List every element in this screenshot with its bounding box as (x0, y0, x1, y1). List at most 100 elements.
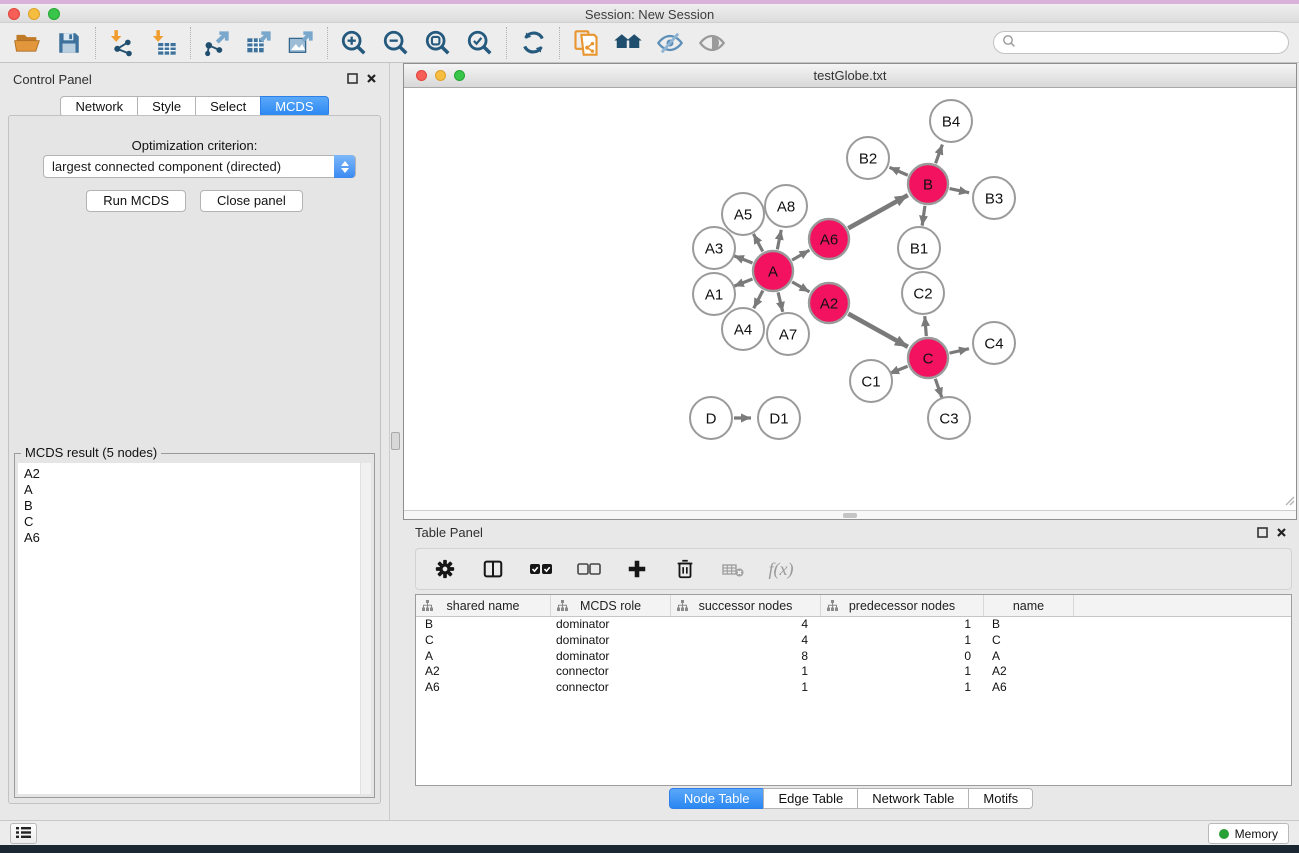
export-image-icon[interactable] (280, 26, 322, 60)
table-row[interactable]: Adominator80A (416, 649, 1291, 665)
panel-splitter-handle[interactable] (391, 432, 400, 450)
show-hide-eye-icon[interactable] (691, 26, 733, 60)
mcds-result-item[interactable]: A6 (24, 530, 360, 546)
refresh-view-icon[interactable] (512, 26, 554, 60)
edge-A6-B[interactable] (848, 195, 908, 228)
node-A5[interactable]: A5 (722, 193, 764, 235)
edge-B-B4[interactable] (936, 145, 943, 164)
node-B3[interactable]: B3 (973, 177, 1015, 219)
zoom-in-icon[interactable] (333, 26, 375, 60)
edge-B-B2[interactable] (889, 167, 907, 175)
mcds-result-item[interactable]: A2 (24, 466, 360, 482)
node-C1[interactable]: C1 (850, 360, 892, 402)
column-header-predecessor-nodes[interactable]: predecessor nodes (821, 595, 984, 616)
network-window-titlebar[interactable]: testGlobe.txt (404, 64, 1296, 88)
edge-C-C4[interactable] (949, 349, 969, 353)
node-B2[interactable]: B2 (847, 137, 889, 179)
select-all-checkboxes-icon[interactable] (528, 556, 554, 582)
settings-gear-icon[interactable] (432, 556, 458, 582)
node-A2[interactable]: A2 (809, 283, 849, 323)
tab-select[interactable]: Select (195, 96, 261, 117)
node-A4[interactable]: A4 (722, 308, 764, 350)
search-input[interactable] (993, 31, 1289, 54)
node-A8[interactable]: A8 (765, 185, 807, 227)
export-table-icon[interactable] (238, 26, 280, 60)
close-panel-button[interactable]: Close panel (200, 190, 303, 212)
node-A[interactable]: A (753, 251, 793, 291)
open-session-icon[interactable] (6, 26, 48, 60)
tab-motifs[interactable]: Motifs (968, 788, 1033, 809)
resize-grip-icon[interactable] (1283, 494, 1295, 509)
delete-table-icon[interactable] (720, 556, 746, 582)
node-A3[interactable]: A3 (693, 227, 735, 269)
mcds-result-list[interactable]: A2ABCA6 (18, 463, 371, 794)
node-C4[interactable]: C4 (973, 322, 1015, 364)
tab-edge-table[interactable]: Edge Table (763, 788, 858, 809)
edge-B-B3[interactable] (950, 189, 970, 193)
node-D[interactable]: D (690, 397, 732, 439)
close-table-panel-icon[interactable] (1276, 526, 1287, 541)
node-C[interactable]: C (908, 338, 948, 378)
mcds-result-item[interactable]: C (24, 514, 360, 530)
column-header-shared-name[interactable]: shared name (416, 595, 551, 616)
node-A1[interactable]: A1 (693, 273, 735, 315)
network-canvas[interactable]: A5A8A3AA1A4A7A6A2B2B4BB3B1C2C4CC1C3DD1 (404, 88, 1296, 510)
table-row[interactable]: Bdominator41B (416, 617, 1291, 633)
edge-C-C2[interactable] (925, 316, 927, 336)
float-panel-icon[interactable] (347, 72, 358, 87)
task-history-button[interactable] (10, 823, 37, 844)
mcds-result-item[interactable]: B (24, 498, 360, 514)
tab-style[interactable]: Style (137, 96, 196, 117)
tab-node-table[interactable]: Node Table (669, 788, 765, 809)
clone-network-icon[interactable] (565, 26, 607, 60)
edge-A-A7[interactable] (778, 292, 783, 311)
table-row[interactable]: Cdominator41C (416, 633, 1291, 649)
node-A7[interactable]: A7 (767, 313, 809, 355)
node-table[interactable]: shared nameMCDS rolesuccessor nodesprede… (415, 594, 1292, 786)
node-D1[interactable]: D1 (758, 397, 800, 439)
edge-C-C3[interactable] (935, 379, 942, 398)
delete-column-icon[interactable] (672, 556, 698, 582)
table-row[interactable]: A6connector11A6 (416, 680, 1291, 696)
add-column-icon[interactable] (624, 556, 650, 582)
mcds-result-item[interactable]: A (24, 482, 360, 498)
run-mcds-button[interactable]: Run MCDS (86, 190, 186, 212)
column-header-mcds-role[interactable]: MCDS role (551, 595, 671, 616)
export-network-icon[interactable] (196, 26, 238, 60)
node-B4[interactable]: B4 (930, 100, 972, 142)
toggle-graphics-details-icon[interactable] (649, 26, 691, 60)
float-table-panel-icon[interactable] (1257, 526, 1268, 541)
node-C3[interactable]: C3 (928, 397, 970, 439)
home-layout-icon[interactable] (607, 26, 649, 60)
edge-B-B1[interactable] (922, 206, 925, 226)
deselect-checkboxes-icon[interactable] (576, 556, 602, 582)
tab-network-table[interactable]: Network Table (857, 788, 969, 809)
edge-A-A8[interactable] (777, 230, 781, 250)
edge-A-A6[interactable] (792, 250, 809, 260)
mcds-list-scrollbar[interactable] (360, 463, 371, 794)
memory-button[interactable]: Memory (1208, 823, 1289, 844)
column-header-successor-nodes[interactable]: successor nodes (671, 595, 821, 616)
tab-network[interactable]: Network (60, 96, 138, 117)
edge-A-A1[interactable] (734, 279, 753, 286)
edge-A2-C[interactable] (848, 314, 908, 347)
zoom-selected-icon[interactable] (459, 26, 501, 60)
zoom-out-icon[interactable] (375, 26, 417, 60)
network-hscrollbar[interactable] (404, 510, 1296, 519)
column-header-name[interactable]: name (984, 595, 1074, 616)
node-C2[interactable]: C2 (902, 272, 944, 314)
column-layout-icon[interactable] (480, 556, 506, 582)
table-row[interactable]: A2connector11A2 (416, 664, 1291, 680)
import-table-icon[interactable] (143, 26, 185, 60)
save-session-icon[interactable] (48, 26, 90, 60)
edge-A-A4[interactable] (754, 291, 763, 309)
function-builder-icon[interactable]: f(x) (768, 556, 794, 582)
close-panel-icon[interactable] (366, 72, 377, 87)
import-network-icon[interactable] (101, 26, 143, 60)
tab-mcds[interactable]: MCDS (260, 96, 328, 117)
edge-A-A2[interactable] (792, 282, 809, 292)
criterion-select[interactable]: largest connected component (directed) (43, 155, 356, 178)
node-B1[interactable]: B1 (898, 227, 940, 269)
node-B[interactable]: B (908, 164, 948, 204)
zoom-fit-icon[interactable] (417, 26, 459, 60)
